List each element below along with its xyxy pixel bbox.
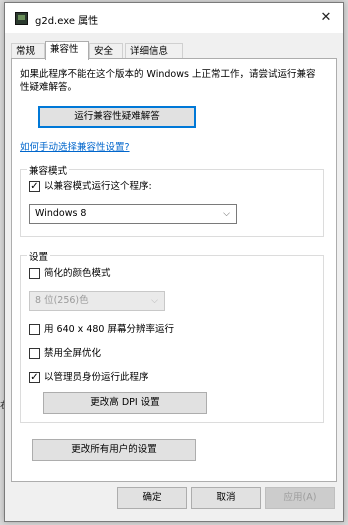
tab-compatibility[interactable]: 兼容性	[45, 41, 89, 60]
os-select[interactable]: Windows 8 ⌵	[29, 204, 237, 224]
reduced-color-label: 简化的颜色模式	[44, 268, 111, 279]
check-icon: ✓	[29, 372, 40, 383]
troubleshooter-button[interactable]: 运行兼容性疑难解答	[38, 106, 196, 128]
resolution-label: 用 640 x 480 屏幕分辨率运行	[44, 324, 174, 335]
settings-group: 设置 简化的颜色模式 8 位(256)色 ⌵ 用 640 x 480 屏幕分辨率…	[20, 249, 324, 423]
cancel-button[interactable]: 取消	[191, 487, 261, 509]
compat-description: 如果此程序不能在这个版本的 Windows 上正常工作，请尝试运行兼容性疑难解答…	[20, 69, 316, 93]
tab-details[interactable]: 详细信息	[125, 43, 183, 59]
chevron-down-icon: ⌵	[223, 209, 230, 219]
color-depth-value: 8 位(256)色	[35, 295, 89, 306]
properties-dialog: g2d.exe 属性 ✕ 常规 兼容性 安全 详细信息 如果此程序不能在这个版本…	[4, 2, 344, 522]
title-bar[interactable]: g2d.exe 属性 ✕	[5, 3, 343, 33]
checkbox-box-icon	[29, 348, 40, 359]
compat-mode-group: 兼容模式 ✓ 以兼容模式运行这个程序: Windows 8 ⌵	[20, 163, 324, 237]
window-title: g2d.exe 属性	[35, 16, 99, 27]
check-icon: ✓	[29, 181, 40, 192]
high-dpi-button[interactable]: 更改高 DPI 设置	[43, 392, 207, 414]
os-select-value: Windows 8	[35, 208, 87, 219]
apply-button[interactable]: 应用(A)	[265, 487, 335, 509]
compat-mode-title: 兼容模式	[27, 163, 70, 177]
all-users-settings-button[interactable]: 更改所有用户的设置	[32, 439, 196, 461]
tab-general[interactable]: 常规	[11, 43, 45, 59]
chevron-down-icon: ⌵	[151, 296, 158, 306]
compatibility-panel: 如果此程序不能在这个版本的 Windows 上正常工作，请尝试运行兼容性疑难解答…	[11, 58, 337, 482]
ok-button[interactable]: 确定	[117, 487, 187, 509]
manual-settings-link[interactable]: 如何手动选择兼容性设置?	[20, 139, 130, 153]
app-icon	[15, 12, 28, 25]
checkbox-box-icon	[29, 268, 40, 279]
fullscreen-opt-label: 禁用全屏优化	[44, 348, 102, 359]
settings-title: 设置	[27, 249, 51, 263]
color-depth-select[interactable]: 8 位(256)色 ⌵	[29, 291, 165, 311]
compat-mode-label: 以兼容模式运行这个程序:	[44, 181, 152, 192]
run-as-admin-label: 以管理员身份运行此程序	[44, 372, 149, 383]
tab-security[interactable]: 安全	[89, 43, 123, 59]
close-button[interactable]: ✕	[315, 7, 337, 29]
checkbox-box-icon	[29, 324, 40, 335]
